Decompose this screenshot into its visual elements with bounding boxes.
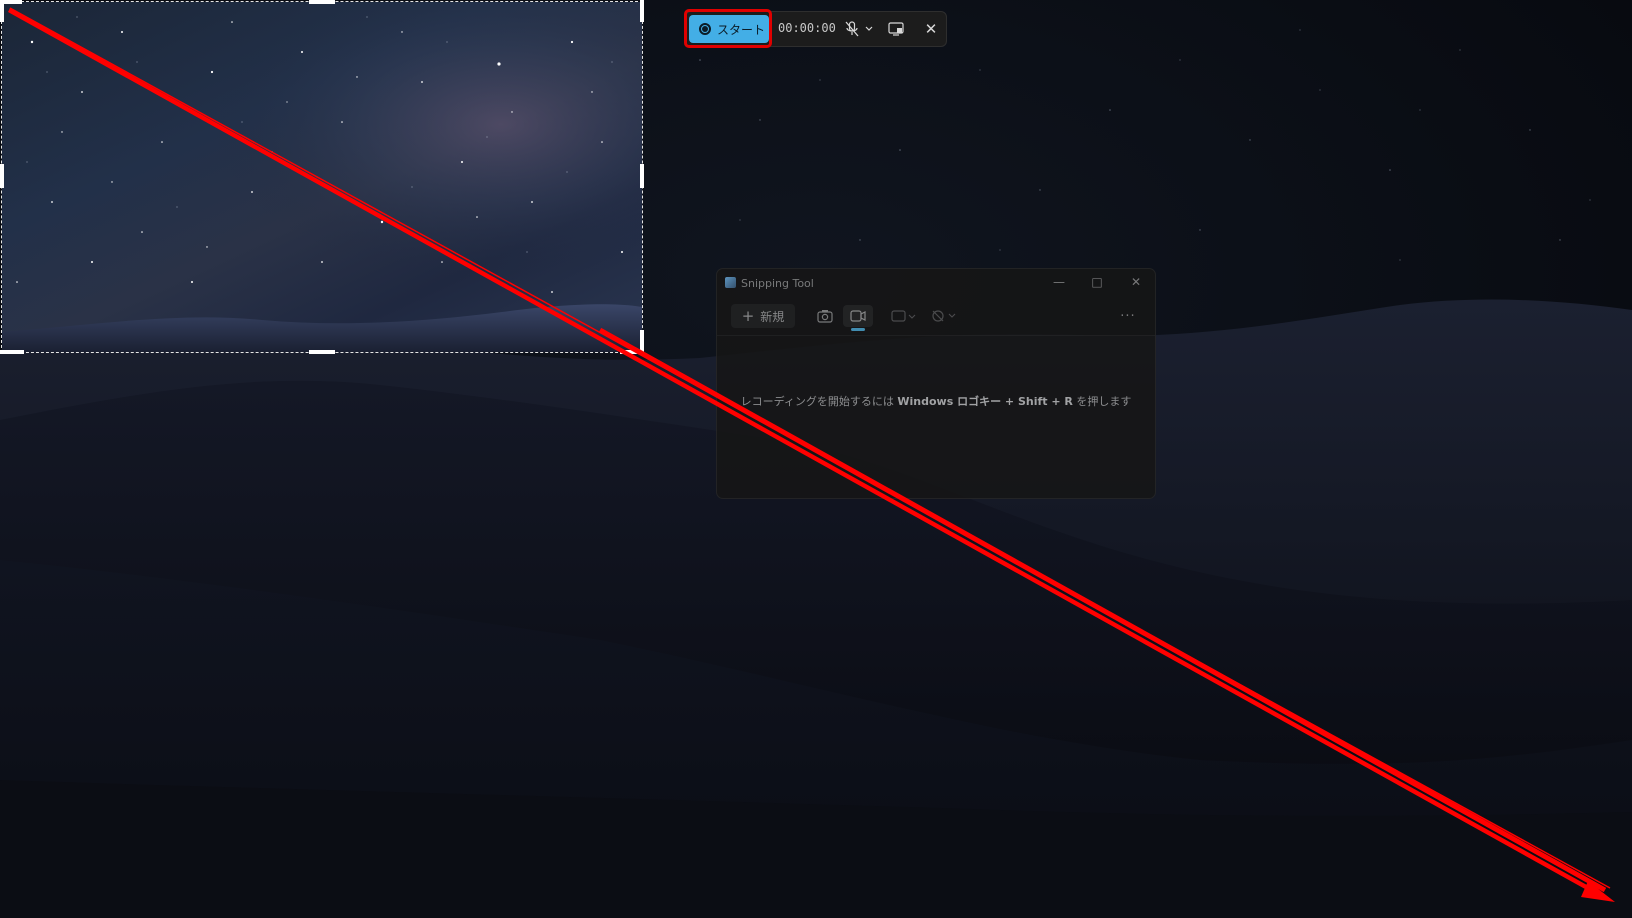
active-mode-indicator xyxy=(851,328,865,331)
chevron-down-icon[interactable] xyxy=(863,20,875,38)
screen-capture-icon[interactable] xyxy=(886,19,906,39)
resize-handle-right[interactable] xyxy=(640,164,644,188)
recording-timer: 00:00:00 xyxy=(778,21,836,35)
desktop: Snipping Tool — □ ✕ + 新規 ··· レコーディングを開始す… xyxy=(0,0,1632,918)
hint-shortcut: Windows ロゴキー + Shift + R xyxy=(897,395,1073,408)
minimize-icon[interactable]: — xyxy=(1044,272,1074,292)
resize-handle-bottom-left[interactable] xyxy=(0,350,24,354)
resize-handle-top-right[interactable] xyxy=(640,0,644,22)
window-title: Snipping Tool xyxy=(741,277,814,290)
plus-icon: + xyxy=(741,307,755,325)
capture-selection-region[interactable] xyxy=(1,1,643,353)
more-icon[interactable]: ··· xyxy=(1115,305,1141,327)
window-close-icon[interactable]: ✕ xyxy=(1121,272,1151,292)
close-icon[interactable]: ✕ xyxy=(921,19,941,39)
snipping-toolbar: + 新規 ··· xyxy=(717,299,1155,336)
rectangle-mode-icon[interactable] xyxy=(889,305,919,327)
resize-handle-left[interactable] xyxy=(0,164,4,188)
resize-handle-top[interactable] xyxy=(309,0,335,4)
mic-off-icon[interactable] xyxy=(843,20,861,38)
resize-handle-bottom-right-h[interactable] xyxy=(620,350,644,354)
selection-preview-image xyxy=(2,2,642,352)
maximize-icon[interactable]: □ xyxy=(1082,272,1112,292)
snipping-tool-window[interactable]: Snipping Tool — □ ✕ + 新規 ··· レコーディングを開始す… xyxy=(716,268,1156,499)
recording-hint-message: レコーディングを開始するには Windows ロゴキー + Shift + R … xyxy=(717,393,1155,409)
snipping-tool-app-icon xyxy=(725,277,736,288)
new-button-label: 新規 xyxy=(760,309,785,324)
new-button[interactable]: + 新規 xyxy=(731,304,795,328)
camera-icon[interactable] xyxy=(812,305,838,327)
start-button-highlight xyxy=(684,9,772,48)
resize-handle-top-left-h[interactable] xyxy=(0,0,22,4)
video-icon[interactable] xyxy=(843,305,873,331)
resize-handle-bottom[interactable] xyxy=(309,350,335,354)
timer-off-icon[interactable] xyxy=(929,305,959,327)
hint-prefix: レコーディングを開始するには xyxy=(740,395,898,408)
hint-suffix: を押します xyxy=(1072,395,1132,408)
